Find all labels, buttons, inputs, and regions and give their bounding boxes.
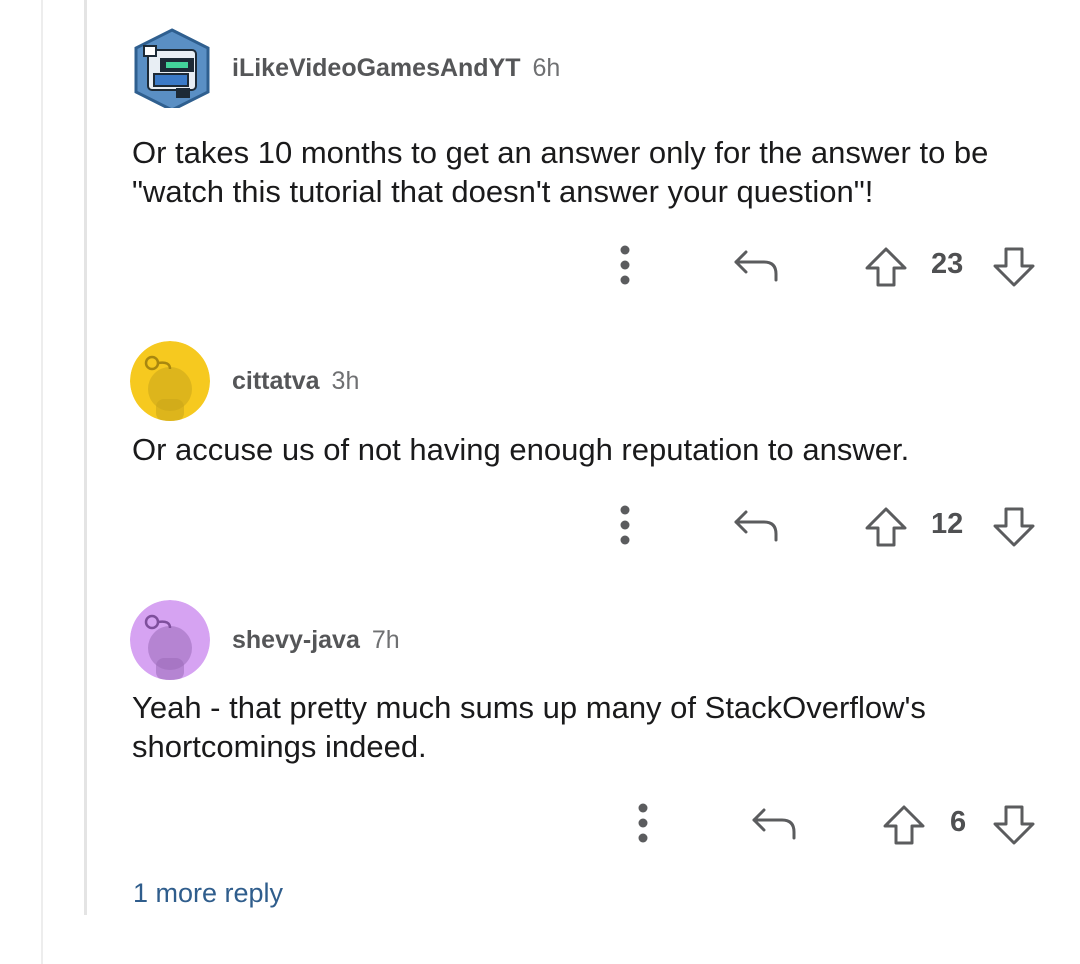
comment-actions: 6 [130, 798, 1050, 848]
robot-avatar-icon[interactable] [130, 28, 210, 108]
thread-line[interactable] [84, 0, 87, 915]
downvote-icon[interactable] [992, 506, 1036, 548]
parent-thread-line[interactable] [41, 0, 43, 964]
comment-body: Yeah - that pretty much sums up many of … [132, 690, 926, 764]
snoo-avatar-icon[interactable] [130, 341, 210, 421]
comment-header: iLikeVideoGamesAndYT 6h [130, 28, 560, 108]
more-options-icon[interactable] [610, 500, 640, 550]
more-replies-link[interactable]: 1 more reply [133, 878, 283, 909]
username[interactable]: cittatva [232, 367, 320, 396]
upvote-icon[interactable] [864, 506, 908, 548]
reply-icon[interactable] [732, 506, 782, 546]
vote-count: 23 [931, 248, 964, 280]
reply-icon[interactable] [732, 246, 782, 286]
more-options-icon[interactable] [628, 798, 658, 848]
comment-body: Or accuse us of not having enough reputa… [132, 432, 910, 467]
comment-thread: iLikeVideoGamesAndYT 6h Or takes 10 mont… [0, 0, 1080, 964]
timestamp: 6h [532, 53, 561, 82]
comment-body: Or takes 10 months to get an answer only… [132, 135, 989, 209]
comment-actions: 23 [130, 240, 1050, 290]
timestamp: 7h [371, 625, 400, 654]
username[interactable]: shevy-java [232, 626, 360, 655]
reply-icon[interactable] [750, 804, 800, 844]
username[interactable]: iLikeVideoGamesAndYT [232, 54, 521, 83]
comment-header: shevy-java 7h [130, 600, 400, 680]
vote-count: 6 [950, 806, 967, 838]
comment-header: cittatva 3h [130, 341, 359, 421]
downvote-icon[interactable] [992, 246, 1036, 288]
downvote-icon[interactable] [992, 804, 1036, 846]
snoo-avatar-icon[interactable] [130, 600, 210, 680]
upvote-icon[interactable] [864, 246, 908, 288]
timestamp: 3h [331, 366, 360, 395]
vote-count: 12 [931, 508, 964, 540]
upvote-icon[interactable] [882, 804, 926, 846]
comment-actions: 12 [130, 500, 1050, 550]
more-options-icon[interactable] [610, 240, 640, 290]
